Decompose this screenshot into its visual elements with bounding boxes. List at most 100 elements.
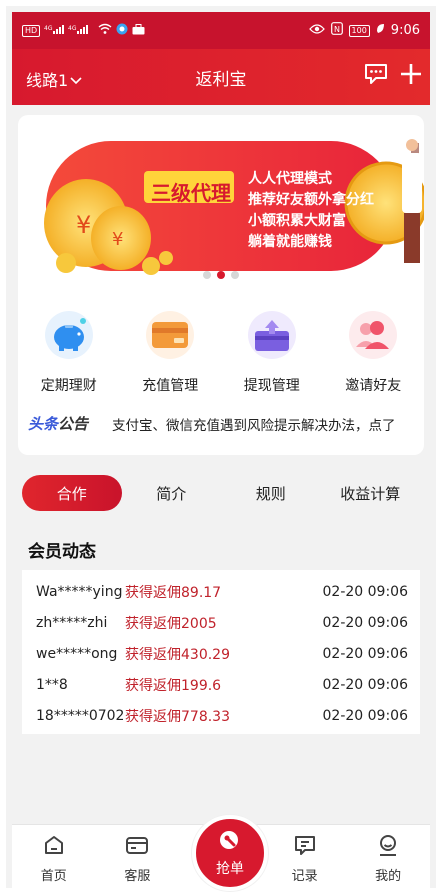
banner-line: 躺着就能赚钱 (248, 234, 332, 250)
tab-intro[interactable]: 简介 (122, 475, 222, 511)
piggy-bank-icon (44, 311, 93, 359)
service-icon (125, 834, 149, 860)
headline-notice[interactable]: 头条公告 支付宝、微信充值遇到风险提示解决办法，点了 (28, 413, 424, 434)
svg-text:4G: 4G (68, 25, 77, 32)
wifi-icon (98, 23, 112, 38)
feature-label: 定期理财 (40, 378, 97, 394)
nav-records[interactable]: 记录 (270, 834, 340, 884)
member-reward: 获得返佣199.6 (125, 677, 222, 694)
feature-recharge[interactable]: 充值管理 (125, 311, 215, 395)
member-user: we*****ong (36, 645, 118, 662)
member-reward: 获得返佣778.33 (125, 708, 230, 725)
list-item: we*****ong 获得返佣430.29 02-20 09:06 (36, 638, 408, 669)
bottom-nav: 首页 客服 记录 我的 抢单 (12, 815, 430, 891)
main-content: ¥ ¥ 三级代理 人人代理模式 推荐好友额外拿分红 小额积累大财富 躺着就能赚钱 (12, 105, 430, 734)
briefcase-icon (132, 23, 145, 38)
notice-tag-part1: 头条 (28, 415, 59, 433)
feature-invite[interactable]: 邀请好友 (328, 311, 418, 395)
grab-label: 抢单 (216, 861, 244, 877)
notice-text: 支付宝、微信充值遇到风险提示解决办法，点了 (112, 417, 396, 434)
pagination-dot[interactable] (231, 271, 239, 279)
battery-level: 100 (348, 24, 370, 37)
status-bar: HD 4G 4G N 100 9:06 (12, 12, 430, 49)
promo-banner[interactable]: ¥ ¥ 三级代理 人人代理模式 推荐好友额外拿分红 小额积累大财富 躺着就能赚钱 (26, 133, 424, 283)
invite-friends-icon (349, 311, 398, 359)
nav-label: 首页 (40, 869, 67, 884)
pagination-dot-active[interactable] (217, 271, 225, 279)
nav-mine[interactable]: 我的 (353, 834, 423, 884)
banner-line: 小额积累大财富 (248, 213, 346, 229)
member-user: 1**8 (36, 676, 68, 693)
member-time: 02-20 09:06 (322, 707, 408, 724)
svg-text:¥: ¥ (76, 211, 91, 239)
member-user: zh*****zhi (36, 614, 108, 631)
list-item: 1**8 获得返佣199.6 02-20 09:06 (36, 669, 408, 700)
hd-badge: HD (22, 24, 41, 37)
list-item: 18*****0702 获得返佣778.33 02-20 09:06 (36, 700, 408, 731)
feature-fixed-finance[interactable]: 定期理财 (24, 311, 114, 395)
feature-withdraw[interactable]: 提现管理 (227, 311, 317, 395)
app-header: 线路1 返利宝 (12, 49, 430, 105)
member-time: 02-20 09:06 (322, 645, 408, 662)
member-user: Wa*****ying (36, 583, 123, 600)
route-selector[interactable]: 线路1 (26, 67, 82, 91)
nav-label: 客服 (124, 869, 151, 884)
profile-icon (377, 834, 399, 860)
message-icon[interactable] (364, 63, 388, 89)
tab-bar: 合作 简介 规则 收益计算 (22, 475, 420, 511)
member-time: 02-20 09:06 (322, 676, 408, 693)
status-network: HD 4G 4G (22, 23, 145, 38)
top-card: ¥ ¥ 三级代理 人人代理模式 推荐好友额外拿分红 小额积累大财富 躺着就能赚钱 (18, 115, 424, 455)
nav-service[interactable]: 客服 (102, 834, 172, 884)
nav-label: 我的 (375, 869, 402, 884)
svg-text:¥: ¥ (112, 229, 123, 250)
nfc-icon: N (330, 22, 343, 39)
status-time: 9:06 (390, 23, 420, 38)
chevron-down-icon (70, 70, 82, 89)
nav-label: 记录 (291, 869, 318, 884)
banner-pagination (18, 271, 424, 279)
notice-tag-part2: 公告 (58, 415, 89, 433)
feature-label: 邀请好友 (345, 378, 402, 394)
banner-badge: 三级代理 (151, 181, 231, 205)
header-actions (364, 63, 422, 89)
member-reward: 获得返佣2005 (125, 615, 217, 632)
list-item: zh*****zhi 获得返佣2005 02-20 09:06 (36, 607, 408, 638)
banner-lines: 人人代理模式 推荐好友额外拿分红 小额积累大财富 躺着就能赚钱 (248, 169, 374, 253)
feature-label: 提现管理 (243, 378, 300, 394)
member-activity-list: Wa*****ying 获得返佣89.17 02-20 09:06 zh****… (22, 570, 420, 734)
page-title: 返利宝 (195, 69, 247, 90)
add-icon[interactable] (400, 63, 422, 89)
leaf-icon (376, 23, 385, 38)
member-time: 02-20 09:06 (322, 583, 408, 600)
signal-icon: 4G 4G (44, 23, 94, 38)
app-notification-icon (116, 23, 128, 38)
eye-icon (308, 23, 325, 38)
banner-line: 人人代理模式 (248, 171, 332, 187)
tab-rules[interactable]: 规则 (221, 475, 321, 511)
notice-tag: 头条公告 (28, 413, 88, 434)
tab-earnings-calc[interactable]: 收益计算 (321, 475, 421, 511)
status-right: N 100 9:06 (308, 22, 420, 39)
home-icon (43, 834, 65, 860)
member-user: 18*****0702 (36, 707, 125, 724)
list-item: Wa*****ying 获得返佣89.17 02-20 09:06 (36, 576, 408, 607)
feature-label: 充值管理 (142, 378, 199, 394)
feature-grid: 定期理财 充值管理 提现管理 邀请好友 (18, 311, 424, 395)
card-icon (146, 311, 195, 359)
pagination-dot[interactable] (203, 271, 211, 279)
nav-home[interactable]: 首页 (19, 834, 89, 884)
member-time: 02-20 09:06 (322, 614, 408, 631)
grab-order-button[interactable]: 抢单 (192, 815, 268, 891)
svg-text:N: N (334, 25, 340, 34)
records-icon (293, 834, 317, 860)
route-label: 线路1 (26, 71, 69, 90)
svg-text:4G: 4G (44, 25, 53, 32)
member-reward: 获得返佣89.17 (125, 584, 222, 601)
member-reward: 获得返佣430.29 (125, 646, 230, 663)
grab-icon (217, 828, 243, 858)
tab-cooperation[interactable]: 合作 (22, 475, 122, 511)
section-title: 会员动态 (28, 542, 96, 562)
withdraw-icon (247, 311, 296, 359)
banner-line: 推荐好友额外拿分红 (248, 192, 374, 208)
